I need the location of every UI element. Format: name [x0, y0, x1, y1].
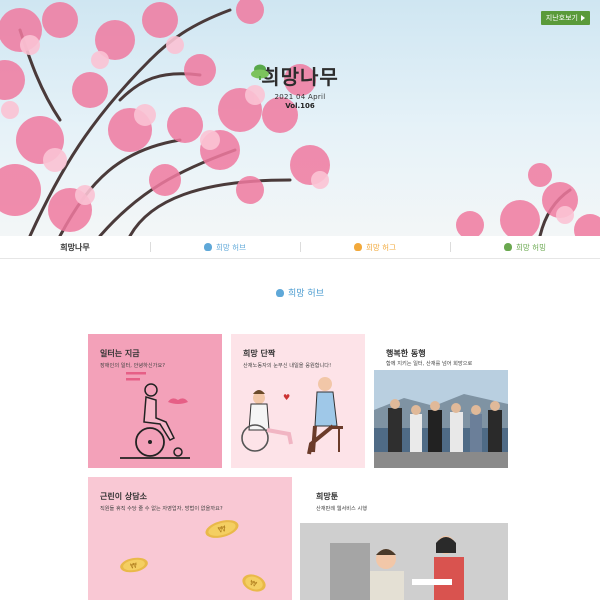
section-title-text: 희망 허브 [288, 289, 324, 299]
tree-icon [204, 243, 212, 251]
wheelchair-illustration [120, 372, 190, 459]
card-hope-toon[interactable]: 희망툰 산재판례 웹서비스 시행 [300, 477, 508, 600]
nav-logo-text: 희망나무 [60, 242, 90, 252]
card-happy-companion[interactable]: 행복한 동행 함께 지키는 일터, 산재를 넘어 희망으로 [374, 334, 508, 468]
nav-item-hope-hug[interactable]: 희망 허그 [300, 236, 450, 258]
card-subtitle: 산재판례 웹서비스 시행 [316, 506, 368, 512]
previous-issue-button[interactable]: 지난호보기 [540, 11, 590, 25]
main-nav: 희망나무 희망 허브 희망 허그 희망 허밍 [0, 236, 600, 259]
issue-volume: Vol.106 [285, 102, 315, 110]
nav-home-logo[interactable]: 희망나무 [0, 236, 150, 258]
hero-banner: 지난호보기 희망나무 2021 04 April Vol.106 [0, 0, 600, 236]
card-labor-counseling[interactable]: 근린이 상담소 직원들 휴직 수당 줄 수 없는 자영업자, 방법이 없을까요?… [88, 477, 292, 600]
nav-item-label: 희망 허브 [216, 242, 246, 252]
card-workplace-now[interactable]: 일터는 지금 장애인의 일터, 안녕하신가요? [88, 334, 222, 468]
issue-date: 2021 04 April [274, 93, 326, 101]
nav-item-label: 희망 허그 [366, 242, 396, 252]
group-photo [374, 370, 508, 468]
brand-block: 희망나무 2021 04 April Vol.106 [250, 64, 350, 110]
tree-logo-icon [251, 64, 269, 80]
previous-issue-label: 지난호보기 [545, 14, 578, 22]
coins-illustration: ₩ ₩ ₩ [120, 520, 266, 592]
cherry-blossom-photo [0, 0, 600, 236]
play-arrow-icon [581, 15, 585, 21]
card-hope-partner[interactable]: 희망 단짝 산재노동자의 눈부신 내일을 응원합니다! ♥ [231, 334, 365, 468]
card-title: 행복한 동행 [386, 349, 426, 358]
section-title: 희망 허브 [0, 286, 600, 299]
counseling-illustration: ♥ [241, 377, 343, 455]
svg-text:₩: ₩ [130, 562, 138, 571]
tree-icon [276, 288, 284, 297]
tree-icon [504, 243, 512, 251]
nav-item-label: 희망 허밍 [516, 242, 546, 252]
webtoon-illustration [300, 523, 508, 600]
svg-text:♥: ♥ [283, 393, 290, 402]
nav-item-hope-humming[interactable]: 희망 허밍 [450, 236, 600, 258]
nav-item-hope-hub[interactable]: 희망 허브 [150, 236, 300, 258]
card-title: 희망툰 [316, 492, 339, 501]
tree-icon [354, 243, 362, 251]
card-subtitle: 함께 지키는 일터, 산재를 넘어 희망으로 [386, 361, 473, 367]
